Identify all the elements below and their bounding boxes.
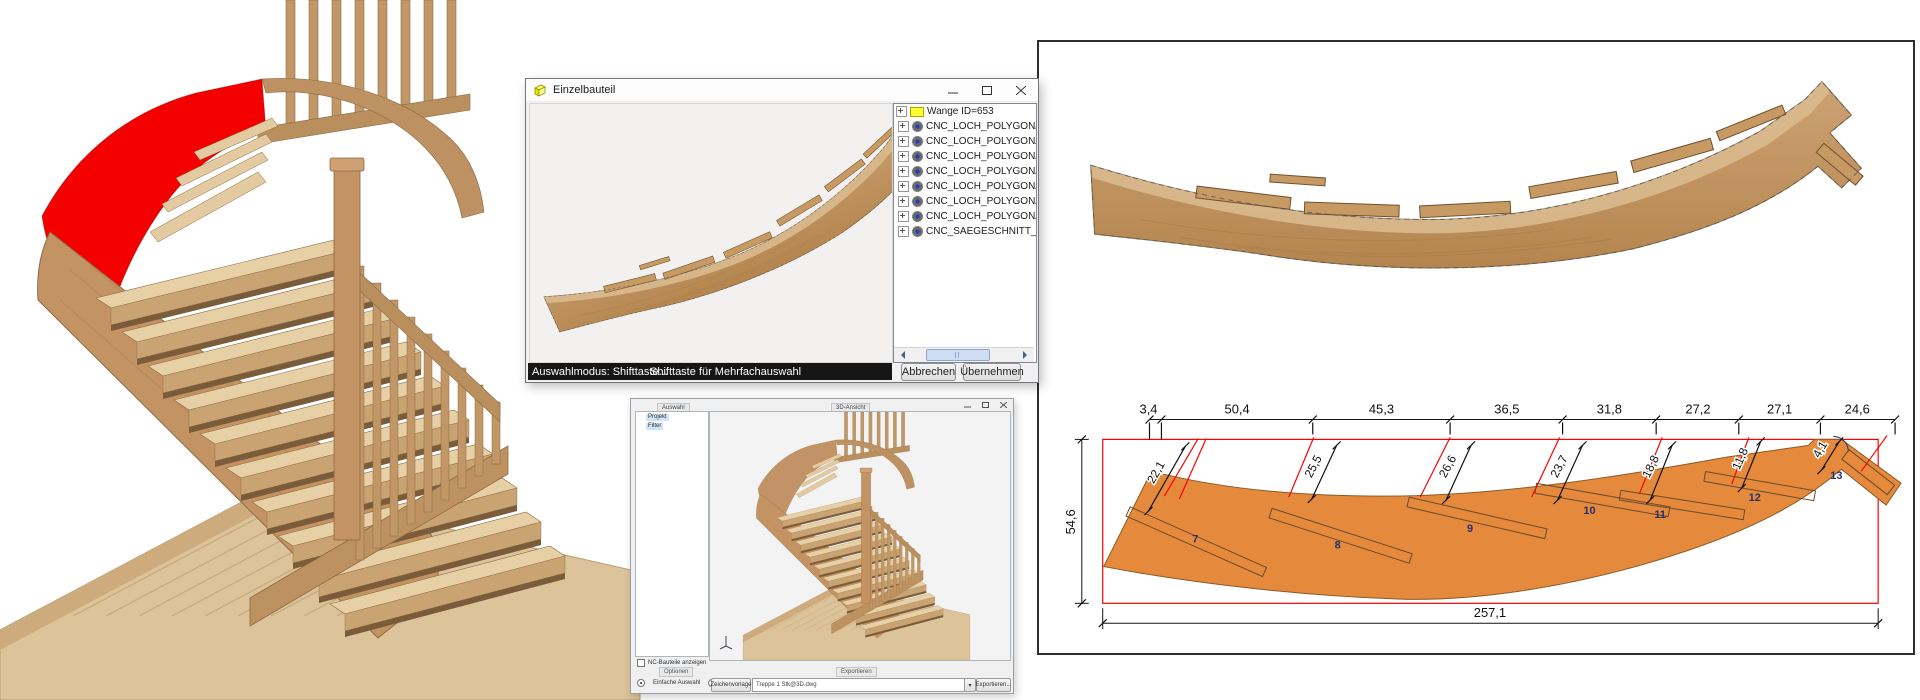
cnc-operation-icon	[912, 121, 923, 132]
list-item[interactable]: Projekt	[646, 414, 669, 421]
expand-icon[interactable]	[898, 136, 909, 147]
component-drawing-panel[interactable]: 3,4 50,4 45,3 36,5 31,8 27,2 27,1 24,6 5…	[1037, 40, 1915, 655]
dim-top-7: 24,6	[1845, 402, 1870, 417]
cnc-operation-icon	[912, 196, 923, 207]
horizontal-scrollbar[interactable]	[894, 347, 1034, 362]
dim-top-4: 31,8	[1597, 402, 1622, 417]
cancel-button[interactable]: Abbrechen	[901, 363, 956, 381]
maximize-icon[interactable]	[979, 400, 991, 409]
component-3d-view[interactable]	[529, 103, 893, 363]
close-icon[interactable]	[1004, 79, 1038, 101]
einzelbauteil-dialog: Einzelbauteil Wange ID=653 CNC_L	[525, 78, 1039, 383]
tree-item[interactable]: CNC_LOCH_POLYGONA	[896, 149, 1036, 164]
status-hint: Shifttaste für Mehrfachauswahl	[650, 366, 801, 378]
dim-top-0: 3,4	[1140, 402, 1158, 417]
part-cube-icon	[533, 84, 547, 97]
section-options: Optionen	[659, 667, 693, 677]
minimize-icon[interactable]	[936, 79, 970, 101]
tree-item[interactable]: CNC_LOCH_POLYGONA	[896, 164, 1036, 179]
export-preview-window: Auswahl 3D-Ansicht Projekt Filter NC-Bau…	[630, 398, 1014, 694]
checkbox-icon[interactable]	[637, 659, 645, 667]
tree-item[interactable]: CNC_LOCH_POLYGONA	[896, 194, 1036, 209]
expand-icon[interactable]	[896, 106, 907, 117]
expand-icon[interactable]	[898, 196, 909, 207]
tree-item[interactable]: CNC_LOCH_POLYGONA	[896, 209, 1036, 224]
template-button[interactable]: Zeichenvorlage	[711, 678, 751, 692]
minimize-icon[interactable]	[961, 400, 973, 409]
drawing-canvas: 3,4 50,4 45,3 36,5 31,8 27,2 27,1 24,6 5…	[1039, 42, 1913, 653]
application-stage: Einzelbauteil Wange ID=653 CNC_L	[0, 0, 1920, 700]
wange-3d-small	[530, 104, 892, 362]
dim-step-1: 25,5	[1302, 452, 1325, 479]
cnc-operation-icon	[912, 226, 923, 237]
step-number-13: 13	[1830, 470, 1842, 482]
close-icon[interactable]	[997, 400, 1009, 409]
preview-3d-view[interactable]	[709, 411, 1011, 661]
step-number-8: 8	[1335, 540, 1341, 552]
scroll-left-icon[interactable]	[897, 351, 905, 359]
scroll-right-icon[interactable]	[1023, 351, 1031, 359]
dialog-statusbar: Auswahlmodus: Shifttaste... Shifttaste f…	[528, 363, 892, 380]
cnc-operation-icon	[912, 181, 923, 192]
wange-3d-large	[1091, 82, 1863, 268]
part-icon	[910, 107, 924, 117]
cnc-operation-icon	[912, 166, 923, 177]
dim-top-6: 27,1	[1767, 402, 1792, 417]
maximize-icon[interactable]	[970, 79, 1004, 101]
step-number-10: 10	[1583, 505, 1595, 517]
dim-top-3: 36,5	[1494, 402, 1519, 417]
step-number-11: 11	[1654, 509, 1666, 521]
dim-left: 54,6	[1063, 509, 1078, 534]
status-mode: Auswahlmodus: Shifttaste...	[532, 366, 668, 378]
list-item[interactable]: Filter	[646, 423, 663, 430]
staircase-preview-render	[710, 412, 1010, 660]
apply-button[interactable]: Übernehmen	[963, 363, 1021, 381]
expand-icon[interactable]	[898, 181, 909, 192]
tree-item[interactable]: CNC_LOCH_POLYGONA	[896, 179, 1036, 194]
section-export: Exportieren	[836, 667, 877, 677]
radio-simple-label: Einfache Auswahl	[653, 680, 700, 686]
step-number-9: 9	[1467, 523, 1473, 535]
scrollbar-thumb[interactable]	[926, 349, 990, 361]
step-number-7: 7	[1192, 534, 1198, 546]
dialog-title: Einzelbauteil	[553, 84, 615, 96]
radio-simple-icon[interactable]	[637, 679, 645, 687]
dim-bottom: 257,1	[1474, 605, 1506, 620]
tree-item[interactable]: CNC_SAEGESCHNITT_0	[896, 224, 1036, 239]
cnc-operation-icon	[912, 211, 923, 222]
dim-top-2: 45,3	[1369, 402, 1394, 417]
expand-icon[interactable]	[898, 166, 909, 177]
expand-icon[interactable]	[898, 151, 909, 162]
expand-icon[interactable]	[898, 211, 909, 222]
export-path-input[interactable]: Treppe 1 Stk@3D.dwg	[752, 678, 968, 692]
tree-item[interactable]: CNC_LOCH_POLYGONA	[896, 134, 1036, 149]
dim-top-1: 50,4	[1225, 402, 1250, 417]
cnc-operations-tree[interactable]: Wange ID=653 CNC_LOCH_POLYGONA CNC_LOCH_…	[893, 103, 1037, 363]
step-number-12: 12	[1749, 492, 1761, 504]
tree-item[interactable]: CNC_LOCH_POLYGONA	[896, 119, 1036, 134]
axis-indicator-icon	[718, 634, 734, 650]
nc-parts-checkbox[interactable]: NC-Bauteile anzeigen	[637, 659, 706, 667]
cnc-operation-icon	[912, 151, 923, 162]
export-button[interactable]: Exportieren...	[976, 678, 1011, 692]
selection-list-panel[interactable]: Projekt Filter	[635, 411, 709, 657]
dim-step-2: 26,6	[1436, 452, 1459, 479]
cnc-operation-icon	[912, 136, 923, 147]
expand-icon[interactable]	[898, 121, 909, 132]
drawing-orange-shape	[1104, 439, 1901, 599]
path-dropdown-icon[interactable]: ▾	[964, 678, 976, 692]
dim-top-5: 27,2	[1685, 402, 1710, 417]
tree-item-root[interactable]: Wange ID=653	[894, 104, 1036, 119]
expand-icon[interactable]	[898, 226, 909, 237]
